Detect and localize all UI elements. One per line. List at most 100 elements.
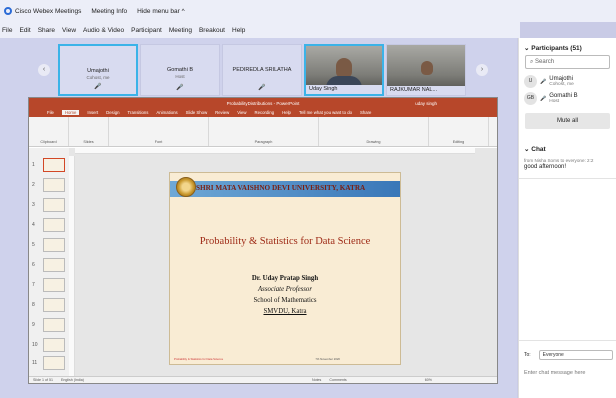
video-tile-name: Umajothi (87, 68, 109, 74)
slide-author-school: School of Mathematics (253, 297, 317, 304)
divider (519, 178, 616, 179)
ppt-tab[interactable]: Help (282, 110, 291, 115)
slide-thumbnail[interactable] (43, 198, 65, 212)
menu-share[interactable]: Share (38, 27, 55, 34)
slide-thumbnail[interactable] (43, 356, 65, 370)
participant-role: Host (549, 99, 560, 104)
current-slide[interactable]: SHRI MATA VAISHNO DEVI UNIVERSITY, KATRA… (169, 172, 401, 365)
chat-message-text: good afternoon! (524, 164, 567, 170)
video-tile[interactable]: PEDIREDLA SRILATHA 🎤 (222, 44, 302, 96)
slide-thumbnail[interactable] (43, 298, 65, 312)
video-tile-name: PEDIREDLA SRILATHA (232, 67, 292, 73)
menu-file[interactable]: File (2, 27, 12, 34)
video-tile-name: RAJKUMAR NAL... (387, 86, 465, 95)
video-tile-role: Host (175, 74, 185, 79)
video-tile-active-speaker[interactable]: Uday Singh (304, 44, 384, 96)
chat-input[interactable]: Enter chat message here (524, 370, 585, 376)
menu-participant[interactable]: Participant (131, 27, 162, 34)
chat-to-label: To: (524, 352, 531, 358)
video-tile[interactable]: Umajothi Cohost, me 🎤 (58, 44, 138, 96)
ppt-tab[interactable]: Design (106, 110, 119, 115)
thumb-number: 2 (32, 182, 35, 188)
meeting-info-button[interactable]: Meeting Info (91, 8, 127, 15)
thumb-number: 7 (32, 282, 35, 288)
microphone-icon: 🎤 (94, 84, 102, 90)
ppt-title-bar: ProbabilityDistributions - PowerPoint ud… (29, 98, 497, 108)
ppt-tab[interactable]: Insert (87, 110, 98, 115)
microphone-icon: 🎤 (540, 78, 547, 85)
ppt-tab[interactable]: Recording (255, 110, 275, 115)
ppt-share-button[interactable]: Share (360, 110, 371, 115)
chat-recipient: To: Everyone (524, 350, 613, 360)
video-tile[interactable]: Gomathi B Host 🎤 (140, 44, 220, 96)
participants-title: Participants (51) (531, 45, 582, 52)
divider (519, 340, 616, 341)
microphone-icon: 🎤 (258, 85, 266, 91)
slide-title: Probability & Statistics for Data Scienc… (199, 236, 371, 247)
ppt-tab[interactable]: Slide Show (186, 110, 208, 115)
slide-thumbnail[interactable] (43, 258, 65, 272)
ppt-tab-home[interactable]: Home (61, 110, 80, 115)
search-placeholder: Search (535, 59, 555, 65)
ppt-window-title: ProbabilityDistributions - PowerPoint (226, 100, 300, 106)
ppt-user: uday singh (415, 100, 437, 106)
slide-thumbnail[interactable] (43, 238, 65, 252)
video-tile-name: Uday Singh (306, 85, 382, 94)
menu-edit[interactable]: Edit (19, 27, 30, 34)
side-panel: ⌄ Participants (51) ⌕ Search U 🎤 Umajoth… (518, 38, 616, 398)
slide-author-place: SMVDU, Katra (263, 308, 307, 315)
video-next-button[interactable]: › (476, 64, 488, 76)
notes-button[interactable]: Notes (312, 378, 321, 382)
chat-recipient-select[interactable]: Everyone (538, 350, 613, 360)
menu-view[interactable]: View (62, 27, 76, 34)
slide-thumbnail[interactable] (43, 178, 65, 192)
language: English (India) (60, 378, 84, 382)
slide-counter: Slide 1 of 51 (33, 378, 53, 382)
chat-title: Chat (531, 146, 546, 153)
slide-author-name: Dr. Uday Pratap Singh (251, 275, 319, 282)
ppt-tab[interactable]: View (237, 110, 246, 115)
participant-row[interactable]: GB 🎤 Gomathi B Host (519, 88, 616, 105)
camera-person-head (421, 61, 433, 75)
participant-row[interactable]: U 🎤 Umajothi Cohost, me (519, 71, 616, 88)
participant-search-input[interactable]: ⌕ Search (525, 55, 610, 69)
mute-all-button[interactable]: Mute all (525, 113, 610, 129)
ppt-tab[interactable]: Transitions (128, 110, 149, 115)
slide-university: SHRI MATA VAISHNO DEVI UNIVERSITY, KATRA (196, 184, 366, 192)
slide-thumbnail[interactable] (43, 318, 65, 332)
ppt-status-bar: Slide 1 of 51 English (India) Notes Comm… (29, 376, 497, 383)
vertical-ruler (69, 156, 75, 376)
menu-breakout[interactable]: Breakout (199, 27, 225, 34)
camera-person-head (336, 58, 352, 78)
slide-thumbnail[interactable] (43, 158, 65, 172)
ppt-tab[interactable]: Review (215, 110, 229, 115)
slide-thumbnail[interactable] (43, 338, 65, 352)
thumb-number: 4 (32, 222, 35, 228)
ppt-tell-me[interactable]: Tell me what you want to do (299, 110, 352, 115)
menu-help[interactable]: Help (232, 27, 245, 34)
thumb-number: 10 (32, 342, 38, 348)
ribbon-group: Drawing (319, 117, 429, 146)
menu-meeting[interactable]: Meeting (169, 27, 192, 34)
menu-audio-video[interactable]: Audio & Video (83, 27, 124, 34)
video-prev-button[interactable]: ‹ (38, 64, 50, 76)
hide-menu-bar-button[interactable]: Hide menu bar ^ (137, 8, 185, 15)
thumb-number: 3 (32, 202, 35, 208)
thumb-number: 1 (32, 162, 35, 168)
ppt-tab[interactable]: Animations (156, 110, 177, 115)
title-bar: Cisco Webex Meetings Meeting Info Hide m… (0, 0, 616, 22)
microphone-icon: 🎤 (176, 85, 184, 91)
participant-role: Cohost, me (549, 82, 574, 87)
slide-thumbnail[interactable] (43, 218, 65, 232)
horizontal-ruler (75, 148, 475, 154)
menu-bar: File Edit Share View Audio & Video Parti… (0, 22, 520, 38)
slide-thumbnail[interactable] (43, 278, 65, 292)
chat-header[interactable]: ⌄ Chat (519, 139, 616, 154)
microphone-icon: 🎤 (540, 95, 547, 102)
comments-button[interactable]: Comments (329, 378, 346, 382)
zoom-level[interactable]: 60% (425, 378, 432, 382)
university-seal-icon (176, 177, 196, 197)
participants-header[interactable]: ⌄ Participants (51) (519, 38, 616, 53)
video-tile[interactable]: RAJKUMAR NAL... (386, 44, 466, 96)
ppt-tab[interactable]: File (47, 110, 54, 115)
